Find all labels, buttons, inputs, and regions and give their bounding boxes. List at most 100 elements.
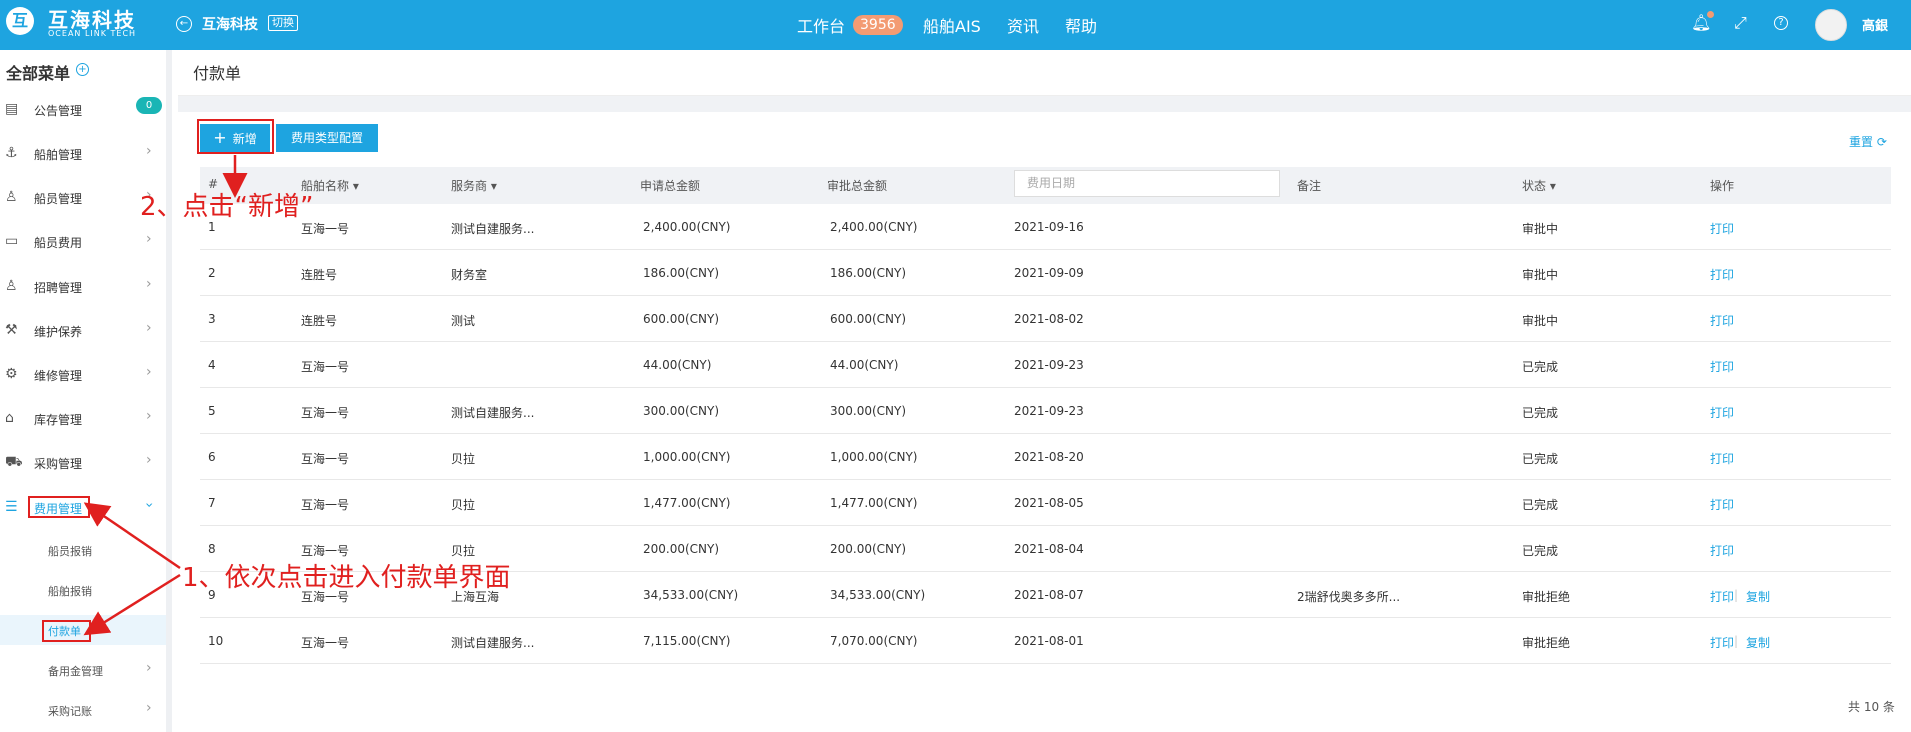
print-link[interactable]: 打印: [1710, 588, 1734, 605]
sidebar-subitem-petty-cash[interactable]: 备用金管理 ›: [0, 655, 166, 685]
divider: [178, 96, 1911, 112]
caret-down-icon: ▾: [490, 179, 497, 193]
cell-date: 2021-09-09: [1014, 266, 1084, 280]
action-separator: |: [1734, 588, 1739, 602]
col-header-vendor[interactable]: 服务商 ▾: [451, 177, 497, 194]
col-header-status[interactable]: 状态 ▾: [1522, 177, 1556, 194]
expense-type-config-button[interactable]: 费用类型配置: [276, 124, 378, 152]
sidebar-item-inventory[interactable]: ⌂ 库存管理 ›: [0, 403, 166, 433]
sidebar-item-label: 维修管理: [34, 369, 83, 383]
cell-date: 2021-08-07: [1014, 588, 1084, 602]
tool-icon: ⚒︎: [5, 322, 18, 338]
cell-apply: 300.00(CNY): [643, 404, 720, 418]
sidebar-item-repair[interactable]: ⚙︎ 维修管理 ›: [0, 359, 166, 389]
annotation-step1: 1、依次点击进入付款单界面: [182, 563, 511, 593]
wrench-icon: ⚙︎: [5, 366, 18, 382]
sidebar-subitem-label: 船舶报销: [48, 585, 92, 598]
nav-workbench-label: 工作台: [797, 17, 846, 36]
cell-approve: 300.00(CNY): [830, 404, 907, 418]
print-link[interactable]: 打印: [1710, 312, 1734, 329]
cell-date: 2021-08-02: [1014, 312, 1084, 326]
cell-status: 已完成: [1522, 406, 1559, 420]
cell-status: 审批中: [1522, 314, 1559, 328]
switch-company-button[interactable]: 切换: [268, 15, 298, 31]
col-header-approve-amount: 审批总金额: [827, 179, 888, 193]
expense-date-filter[interactable]: 费用日期: [1014, 170, 1280, 197]
chevron-right-icon: ›: [146, 408, 152, 424]
cell-ship: 互海一号: [301, 406, 350, 420]
sidebar-item-maintenance[interactable]: ⚒︎ 维护保养 ›: [0, 315, 166, 345]
print-link[interactable]: 打印: [1710, 450, 1734, 467]
sidebar-item-purchase[interactable]: ⛟︎ 采购管理 ›: [0, 447, 166, 477]
plus-circle-icon[interactable]: +: [76, 63, 89, 76]
logo-icon: 互: [6, 7, 34, 35]
cell-ship: 互海一号: [301, 636, 350, 650]
cell-date: 2021-08-01: [1014, 634, 1084, 648]
reset-button[interactable]: 重置 ⟳: [1849, 133, 1887, 150]
cell-approve: 186.00(CNY): [830, 266, 907, 280]
cell-ship: 连胜号: [301, 268, 338, 282]
cell-approve: 7,070.00(CNY): [830, 634, 918, 648]
cell-apply: 2,400.00(CNY): [643, 220, 731, 234]
print-link[interactable]: 打印: [1710, 358, 1734, 375]
back-circle-icon[interactable]: ←: [176, 16, 192, 32]
fullscreen-icon[interactable]: ⤢: [1734, 14, 1747, 32]
sidebar-item-ship[interactable]: ⚓︎ 船舶管理 ›: [0, 138, 166, 168]
sidebar-item-crew-expense[interactable]: ▭ 船员费用 ›: [0, 226, 166, 256]
copy-link[interactable]: 复制: [1746, 634, 1770, 651]
cell-date: 2021-08-20: [1014, 450, 1084, 464]
chevron-right-icon: ›: [146, 143, 152, 159]
cell-approve: 34,533.00(CNY): [830, 588, 926, 602]
sidebar-subitem-label: 采购记账: [48, 705, 92, 718]
help-icon[interactable]: ?: [1774, 16, 1788, 30]
cell-date: 2021-08-05: [1014, 496, 1084, 510]
print-link[interactable]: 打印: [1710, 220, 1734, 237]
cell-vendor: 测试自建服务...: [451, 222, 535, 236]
sidebar-item-label: 招聘管理: [34, 281, 83, 295]
cell-approve: 600.00(CNY): [830, 312, 907, 326]
print-link[interactable]: 打印: [1710, 542, 1734, 559]
col-header-apply-amount: 申请总金额: [640, 179, 701, 193]
sidebar-subitem-purchase-ledger[interactable]: 采购记账 ›: [0, 695, 166, 725]
book-icon: ▤: [5, 101, 19, 117]
sidebar-item-recruit[interactable]: ♙ 招聘管理 ›: [0, 271, 166, 301]
nav-news[interactable]: 资讯: [1007, 13, 1039, 37]
sidebar-subitem-crew-reimburse[interactable]: 船员报销: [0, 535, 166, 565]
cell-no: 6: [208, 450, 216, 464]
cell-approve: 1,000.00(CNY): [830, 450, 918, 464]
cell-apply: 600.00(CNY): [643, 312, 720, 326]
sidebar-item-label: 船员费用: [34, 236, 83, 250]
print-link[interactable]: 打印: [1710, 634, 1734, 651]
cell-ship: 互海一号: [301, 360, 350, 374]
sidebar-subitem-ship-reimburse[interactable]: 船舶报销: [0, 575, 166, 605]
nav-workbench[interactable]: 工作台 3956: [797, 13, 903, 37]
main-header: [178, 50, 1911, 96]
cell-apply: 200.00(CNY): [643, 542, 720, 556]
print-link[interactable]: 打印: [1710, 266, 1734, 283]
reset-label: 重置: [1849, 135, 1874, 149]
sidebar-item-notice[interactable]: ▤ 公告管理: [0, 94, 166, 124]
cell-no: 10: [208, 634, 224, 648]
wallet-icon: ▭: [5, 233, 19, 249]
caret-down-icon: ▾: [1549, 179, 1556, 193]
col-header-actions: 操作: [1710, 179, 1735, 193]
chevron-right-icon: ›: [146, 364, 152, 380]
col-header-note: 备注: [1297, 179, 1322, 193]
cell-no: 2: [208, 266, 216, 280]
highlight-add-button: [197, 119, 274, 154]
cell-approve: 1,477.00(CNY): [830, 496, 918, 510]
username[interactable]: 高銀: [1862, 15, 1888, 34]
cell-apply: 34,533.00(CNY): [643, 588, 739, 602]
nav-help[interactable]: 帮助: [1065, 13, 1097, 37]
cell-approve: 2,400.00(CNY): [830, 220, 918, 234]
print-link[interactable]: 打印: [1710, 404, 1734, 421]
cell-note: 2瑞舒伐奥多多所...: [1297, 590, 1401, 604]
chevron-right-icon: ›: [146, 276, 152, 292]
refresh-icon: ⟳: [1876, 135, 1887, 149]
nav-ship-ais[interactable]: 船舶AIS: [923, 13, 981, 37]
copy-link[interactable]: 复制: [1746, 588, 1770, 605]
print-link[interactable]: 打印: [1710, 496, 1734, 513]
avatar[interactable]: [1815, 9, 1847, 41]
brand-subtitle: OCEAN LINK TECH: [48, 29, 137, 38]
sidebar-item-label: 船员管理: [34, 192, 83, 206]
